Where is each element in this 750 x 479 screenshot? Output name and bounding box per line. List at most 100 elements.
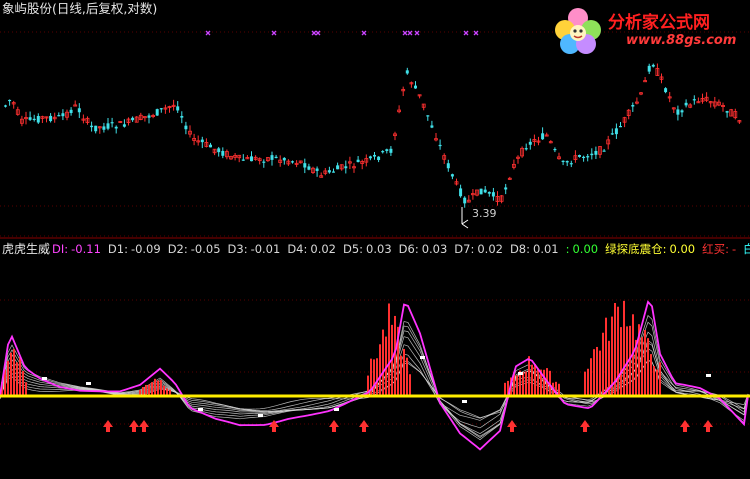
- legend-value: -0.09: [130, 242, 161, 256]
- buy-arrow-icon: [139, 420, 149, 432]
- buy-arrow-icon: [329, 420, 339, 432]
- chart-canvas[interactable]: [0, 0, 750, 479]
- legend-value: 0.02: [310, 242, 336, 256]
- candle-body: [692, 99, 696, 101]
- legend-value: 0.03: [421, 242, 448, 256]
- legend-item: 绿探底震仓: 0.00: [605, 242, 695, 256]
- candle-body: [524, 148, 528, 150]
- candle-body: [327, 170, 331, 173]
- candle-body: [270, 155, 274, 160]
- candle-body: [426, 115, 430, 117]
- candle-body: [614, 128, 618, 135]
- candle-body: [102, 126, 106, 130]
- sell-marker: [42, 377, 47, 380]
- legend-label: :: [565, 242, 570, 256]
- site-logo: 分析家公式网 www.88gs.com: [548, 4, 748, 56]
- candle-body: [69, 109, 73, 114]
- candle-body: [582, 156, 586, 159]
- candle-body: [131, 117, 135, 121]
- candle-body: [332, 171, 335, 173]
- signal-marker-icon: [407, 30, 413, 36]
- legend-label: D4:: [287, 242, 308, 256]
- legend-label: 红买:: [702, 242, 729, 256]
- buy-arrow-icon: [703, 420, 713, 432]
- candle-body: [491, 192, 495, 197]
- indicator-name: 虎虎生威: [2, 242, 51, 256]
- legend-value: 0.01: [533, 242, 559, 256]
- buy-arrow-icon: [129, 420, 139, 432]
- sell-marker: [518, 372, 523, 375]
- candle-body: [385, 149, 389, 151]
- chart-stage[interactable]: [0, 0, 750, 479]
- candle-body: [110, 122, 114, 124]
- candle-body: [373, 154, 376, 157]
- candle-body: [282, 157, 286, 161]
- legend-label: D6:: [398, 242, 419, 256]
- candle-body: [541, 133, 545, 140]
- candle-body: [680, 110, 684, 113]
- candle-body: [487, 191, 491, 194]
- legend-value: 0.03: [366, 242, 392, 256]
- candle-body: [303, 163, 307, 168]
- indicator-legend: DI: -0.11 D1: -0.09 D2: -0.05 D3: -0.01 D4: 0.02 D…: [52, 242, 750, 256]
- candle-body: [446, 163, 450, 169]
- legend-label: D8:: [509, 242, 530, 256]
- candle-body: [602, 150, 606, 152]
- candle-body: [586, 156, 590, 158]
- candle-body: [106, 123, 110, 129]
- candle-body: [414, 85, 417, 89]
- candle-body: [307, 166, 311, 170]
- legend-label: D1:: [107, 242, 128, 256]
- candle-body: [209, 144, 212, 148]
- candle-body: [725, 111, 729, 113]
- legend-label: D7:: [454, 242, 475, 256]
- candle-body: [77, 108, 81, 113]
- candle-body: [438, 144, 442, 147]
- sell-marker: [706, 374, 711, 377]
- candle-body: [561, 160, 565, 163]
- candle-body: [664, 88, 668, 93]
- candle-body: [315, 168, 319, 171]
- candle-body: [381, 151, 385, 153]
- buy-arrow-icon: [507, 420, 517, 432]
- candle-body: [463, 197, 467, 204]
- legend-item: DI: -0.11: [52, 242, 101, 256]
- legend-item: 白卖:-: [743, 242, 750, 256]
- sell-marker: [258, 414, 263, 417]
- candle-body: [49, 115, 53, 122]
- candle-body: [147, 115, 151, 118]
- candle-body: [262, 161, 266, 163]
- candle-body: [184, 125, 188, 130]
- legend-item: D2: -0.05: [168, 242, 221, 256]
- candle-body: [504, 187, 508, 190]
- legend-value: 0.00: [572, 242, 599, 256]
- buy-arrow-icon: [359, 420, 369, 432]
- legend-label: DI:: [52, 242, 69, 256]
- candle-body: [578, 155, 581, 157]
- candle-body: [553, 148, 557, 151]
- signal-marker-icon: [463, 30, 469, 36]
- candle-body: [217, 148, 221, 153]
- legend-label: D3:: [227, 242, 248, 256]
- candle-body: [291, 161, 294, 163]
- signal-marker-icon: [311, 30, 317, 36]
- buy-arrow-icon: [103, 420, 113, 432]
- candle-body: [647, 65, 651, 72]
- candle-body: [684, 102, 688, 106]
- sell-marker: [462, 400, 467, 403]
- candle-body: [569, 163, 573, 165]
- legend-item: D4: 0.02: [287, 242, 336, 256]
- candle-body: [610, 133, 614, 135]
- flower-logo-icon: [555, 8, 601, 54]
- candle-body: [356, 159, 360, 163]
- legend-value: -: [731, 242, 737, 256]
- candle-body: [8, 99, 12, 102]
- candle-body: [221, 150, 225, 156]
- candle-body: [250, 156, 253, 162]
- candle-body: [389, 148, 393, 153]
- candle-body: [57, 115, 61, 117]
- candle-body: [274, 156, 278, 159]
- legend-item: D8: 0.01: [510, 242, 559, 256]
- candle-body: [430, 125, 434, 128]
- candle-body: [590, 153, 594, 156]
